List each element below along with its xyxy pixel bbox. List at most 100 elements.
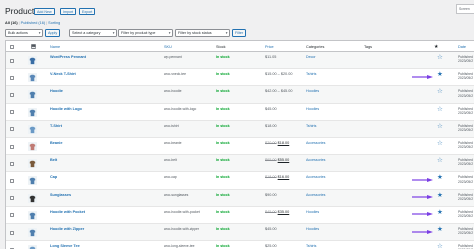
annotation-arrow-icon (412, 212, 433, 217)
category-link[interactable]: Tshirts (306, 72, 316, 76)
featured-star-outline-icon[interactable]: ☆ (437, 157, 443, 164)
featured-star-outline-icon[interactable]: ☆ (437, 88, 443, 95)
category-link[interactable]: Accessories (306, 141, 325, 145)
product-name-link[interactable]: Hoodie with Logo (50, 107, 82, 111)
category-link[interactable]: Hoodies (306, 107, 319, 111)
row-checkbox[interactable] (10, 110, 14, 115)
product-thumbnail[interactable] (28, 159, 37, 169)
product-name-link[interactable]: Cap (50, 175, 57, 179)
product-thumbnail[interactable] (28, 228, 37, 237)
publish-date-value: 2023/05/2 (458, 110, 474, 115)
featured-star-outline-icon[interactable]: ☆ (437, 54, 443, 61)
chevron-down-icon: ▾ (112, 31, 115, 35)
apply-button[interactable]: Apply (45, 29, 61, 37)
product-name-link[interactable]: Hoodie with Pocket (50, 210, 85, 214)
category-link[interactable]: Hoodies (306, 227, 319, 231)
stock-status-select[interactable]: Filter by stock status ▾ (175, 29, 230, 37)
product-thumbnail[interactable] (28, 56, 37, 65)
regular-price: $15.00 – $20.00 (265, 72, 293, 77)
row-checkbox[interactable] (10, 127, 14, 132)
stock-column-header: Stock (216, 44, 226, 49)
row-checkbox[interactable] (10, 144, 14, 149)
category-link[interactable]: Hoodies (306, 210, 319, 214)
product-thumbnail[interactable] (28, 245, 37, 249)
product-name-link[interactable]: Sunglasses (50, 193, 71, 197)
product-thumbnail[interactable] (28, 210, 37, 220)
sku-column-header[interactable]: SKU (164, 45, 172, 49)
filter-button[interactable]: Filter (232, 29, 247, 37)
product-sku: woo-hoodie-with-zipper (164, 227, 200, 231)
price-column-header[interactable]: Price (265, 45, 274, 49)
export-button[interactable]: Export (79, 8, 96, 15)
category-link[interactable]: Accessories (306, 193, 325, 197)
sale-price: $18.00 (277, 141, 290, 145)
product-name-link[interactable]: Belt (50, 158, 57, 162)
row-checkbox[interactable] (10, 92, 14, 97)
category-link[interactable]: Accessories (306, 175, 325, 179)
row-checkbox[interactable] (10, 178, 14, 183)
product-type-select[interactable]: Filter by product type ▾ (118, 29, 173, 37)
featured-star-outline-icon[interactable]: ☆ (437, 243, 443, 249)
publish-date-value: 2023/05/2 (458, 145, 474, 150)
category-link[interactable]: Decor (306, 55, 316, 59)
product-name-link[interactable]: Beanie (50, 141, 62, 145)
row-checkbox[interactable] (10, 58, 14, 63)
product-name-link[interactable]: V-Neck T-Shirt (50, 72, 76, 76)
product-thumbnail[interactable] (28, 176, 37, 186)
product-name-link[interactable]: Long Sleeve Tee (50, 244, 80, 248)
product-thumbnail[interactable] (28, 193, 37, 203)
table-row: Beanie woo-beanie In stock $20.00$18.00 Acce… (6, 138, 474, 156)
row-checkbox[interactable] (10, 230, 14, 235)
featured-star-outline-icon[interactable]: ☆ (437, 140, 443, 147)
featured-star-outline-icon[interactable]: ☆ (437, 106, 443, 113)
screen-options-button[interactable]: Screen (456, 4, 474, 14)
featured-column-star-icon[interactable]: ★ (434, 44, 438, 50)
product-thumbnail[interactable] (28, 90, 37, 100)
publish-date: Published2023/05/2 (458, 141, 473, 149)
product-price: $42.00 – $45.00 (265, 89, 292, 93)
product-thumbnail[interactable] (28, 124, 37, 134)
publish-date-value: 2023/05/2 (458, 196, 474, 201)
add-new-button[interactable]: Add New (34, 8, 55, 15)
category-link[interactable]: Tshirts (306, 244, 316, 248)
regular-price: $20.00 (265, 141, 277, 145)
row-checkbox[interactable] (10, 196, 14, 201)
annotation-arrow-icon (412, 74, 433, 79)
product-price: $45.00 (265, 107, 277, 111)
category-link[interactable]: Tshirts (306, 124, 316, 128)
view-sorting-link[interactable]: Sorting (48, 21, 60, 25)
select-all-checkbox[interactable] (10, 44, 14, 49)
featured-star-filled-icon[interactable]: ★ (437, 226, 443, 233)
row-checkbox[interactable] (10, 75, 14, 80)
view-published-link[interactable]: Published (16) (21, 21, 45, 25)
featured-star-outline-icon[interactable]: ☆ (437, 123, 443, 130)
product-name-link[interactable]: Hoodie with Zipper (50, 227, 84, 231)
import-button[interactable]: Import (60, 8, 77, 15)
product-sku: woo-belt (164, 158, 177, 163)
category-link[interactable]: Accessories (306, 158, 325, 162)
product-thumbnail[interactable] (28, 142, 37, 151)
featured-star-filled-icon[interactable]: ★ (437, 71, 443, 78)
name-column-header[interactable]: Name (50, 45, 60, 49)
stock-status: In stock (216, 89, 230, 94)
view-all-link[interactable]: All (16) (5, 21, 18, 25)
row-checkbox[interactable] (10, 213, 14, 218)
page-header: Products Add New Import Export Screen (0, 4, 474, 18)
product-price: $18.00 (265, 124, 277, 128)
bulk-actions-select[interactable]: Bulk actions ▾ (5, 29, 43, 37)
featured-star-filled-icon[interactable]: ★ (437, 174, 443, 181)
date-column-header[interactable]: Date (458, 45, 466, 49)
product-sku: woo-hoodie-with-pocket (164, 209, 200, 214)
category-link[interactable]: Hoodies (306, 89, 319, 93)
product-name-link[interactable]: T-Shirt (50, 124, 62, 128)
product-thumbnail[interactable] (28, 107, 37, 117)
sale-price: $55.00 (277, 158, 290, 163)
table-row: T-Shirt woo-tshirt In stock $18.00 Tshirts ☆ P… (6, 120, 474, 138)
featured-star-filled-icon[interactable]: ★ (437, 209, 443, 216)
product-name-link[interactable]: Hoodie (50, 89, 63, 93)
product-thumbnail[interactable] (28, 73, 37, 83)
product-name-link[interactable]: WordPress Pennant (50, 55, 86, 59)
featured-star-filled-icon[interactable]: ★ (437, 192, 443, 199)
category-select[interactable]: Select a category ▾ (69, 29, 117, 37)
row-checkbox[interactable] (10, 161, 14, 166)
